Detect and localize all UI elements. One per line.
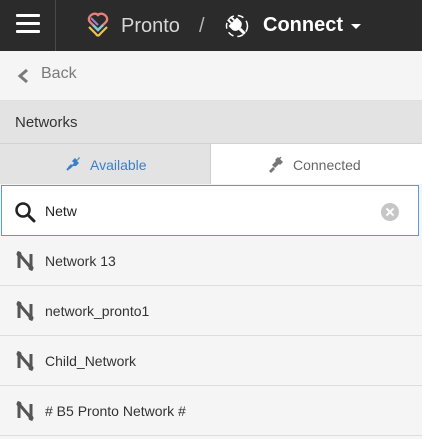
tab-available-label: Available [90,157,147,173]
tab-available[interactable]: Available [0,144,211,184]
list-item-label: Network 13 [45,253,116,269]
plug-connect-icon [65,157,80,172]
plug-icon [225,14,249,38]
network-icon [16,301,34,321]
app-name[interactable]: Pronto [121,15,180,38]
section-title: Networks [15,114,78,131]
back-label: Back [41,65,77,82]
section-switcher[interactable]: Connect [263,14,343,37]
network-icon [16,401,34,421]
menu-button[interactable] [0,0,56,51]
chevron-left-icon [17,68,28,84]
list-item-label: network_pronto1 [45,303,150,319]
list-item[interactable]: Network 13 [0,236,422,286]
list-item[interactable]: network_pronto1 [0,286,422,336]
tab-connected[interactable]: Connected [211,144,422,184]
list-item[interactable]: Child_Network [0,336,422,386]
search-box [1,185,419,236]
list-item[interactable]: # B5 Pronto Network # [0,386,422,436]
top-bar: Pronto / Connect [0,0,422,51]
back-button[interactable]: Back [0,51,422,101]
network-icon [16,251,34,271]
list-item-label: # B5 Pronto Network # [45,403,186,419]
plug-icon [269,156,283,173]
tab-bar: Available Connected [0,144,422,184]
section-header: Networks [0,101,422,144]
tab-connected-label: Connected [293,157,361,173]
hamburger-icon [16,14,40,17]
search-input[interactable] [45,200,365,222]
list-item-label: Child_Network [45,353,137,369]
clear-icon[interactable] [381,203,399,221]
caret-down-icon[interactable] [351,24,361,29]
network-icon [16,351,34,371]
search-icon [15,202,36,223]
breadcrumb-separator: / [199,15,205,37]
network-list: Network 13 network_pronto1 Child_Network… [0,236,422,436]
pronto-logo [87,12,109,37]
